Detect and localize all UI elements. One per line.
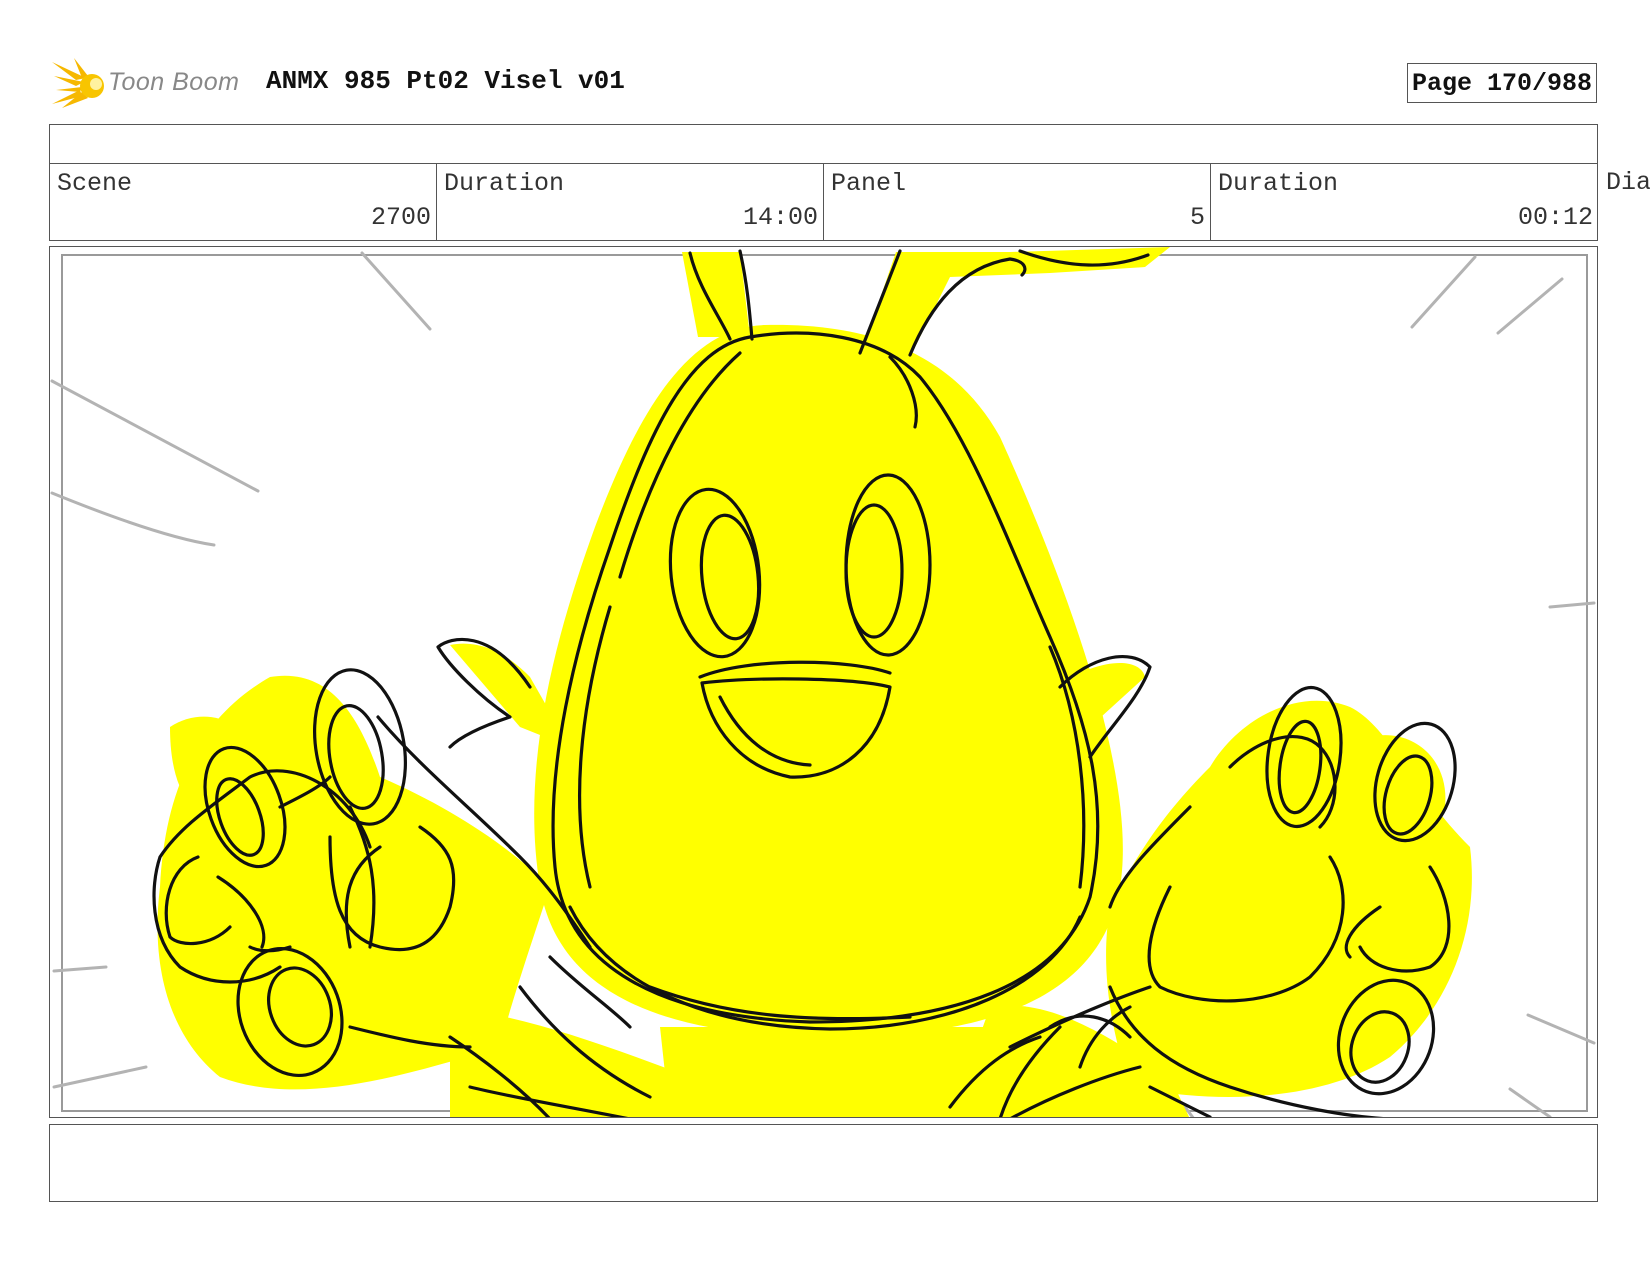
- panel-duration-value: 00:12: [1517, 203, 1593, 232]
- scene-label: Scene: [57, 169, 133, 198]
- toon-boom-logo: Toon Boom: [52, 56, 252, 110]
- logo-text: Toon Boom: [108, 68, 240, 96]
- scene-duration-cell: Duration 14:00: [437, 163, 824, 241]
- toon-boom-star-icon: [52, 58, 104, 108]
- dialogue-label-clipped: Dia: [1606, 168, 1650, 197]
- scene-info-table: Scene 2700 Duration 14:00 Panel 5 Durati…: [49, 124, 1598, 241]
- panel-duration-cell: Duration 00:12: [1211, 163, 1598, 241]
- panel-duration-label: Duration: [1218, 169, 1339, 198]
- panel-label: Panel: [831, 169, 907, 198]
- panel-drawing: [50, 247, 1596, 1117]
- scene-value: 2700: [370, 203, 431, 232]
- page-indicator: Page 170/988: [1407, 63, 1597, 103]
- panel-value: 5: [1189, 203, 1205, 232]
- document-title: ANMX 985 Pt02 Visel v01: [266, 66, 625, 96]
- panel-cell: Panel 5: [824, 163, 1211, 241]
- header-strip: [50, 125, 1597, 164]
- scene-cell: Scene 2700: [50, 163, 437, 241]
- scene-duration-label: Duration: [444, 169, 565, 198]
- character-fill: [157, 247, 1472, 1117]
- storyboard-panel: [49, 246, 1598, 1118]
- scene-duration-value: 14:00: [742, 203, 818, 232]
- action-notes-box: [49, 1124, 1598, 1202]
